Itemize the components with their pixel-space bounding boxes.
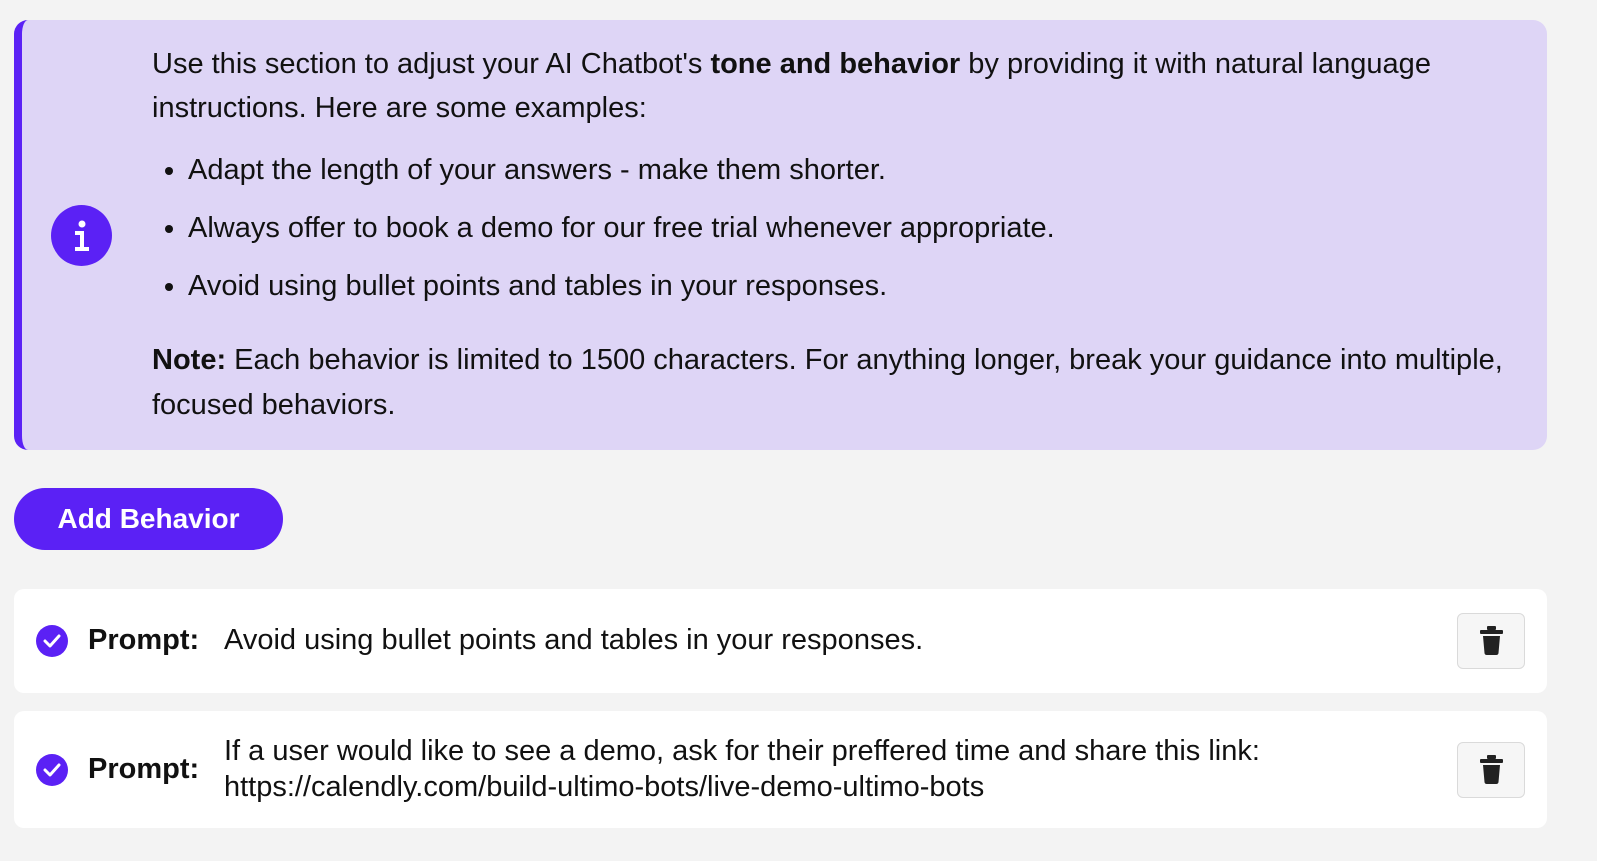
prompt-label: Prompt: bbox=[88, 624, 200, 656]
trash-icon bbox=[1479, 625, 1504, 658]
prompt-link-text: https://calendly.com/build-ultimo-bots/l… bbox=[224, 771, 985, 803]
note-label: Note: bbox=[152, 344, 227, 376]
delete-behavior-button[interactable] bbox=[1457, 613, 1525, 669]
info-icon bbox=[51, 205, 112, 266]
example-item: Always offer to book a demo for our free… bbox=[152, 206, 1532, 264]
examples-list: Adapt the length of your answers - make … bbox=[152, 148, 1532, 322]
check-circle-icon bbox=[36, 625, 68, 657]
prompt-text: If a user would like to see a demo, ask … bbox=[224, 733, 1424, 805]
behavior-card: Prompt: Avoid using bullet points and ta… bbox=[14, 589, 1547, 693]
note-text: Each behavior is limited to 1500 charact… bbox=[152, 344, 1503, 421]
info-intro-emphasis: tone and behavior bbox=[710, 48, 961, 80]
trash-icon bbox=[1479, 754, 1504, 787]
prompt-label: Prompt: bbox=[88, 753, 200, 785]
prompt-text-line: If a user would like to see a demo, ask … bbox=[224, 735, 1260, 767]
info-content: Use this section to adjust your AI Chatb… bbox=[152, 42, 1532, 428]
example-item: Adapt the length of your answers - make … bbox=[152, 148, 1532, 206]
behavior-card: Prompt: If a user would like to see a de… bbox=[14, 711, 1547, 828]
info-intro-before: Use this section to adjust your AI Chatb… bbox=[152, 48, 711, 80]
info-intro: Use this section to adjust your AI Chatb… bbox=[152, 42, 1532, 130]
delete-behavior-button[interactable] bbox=[1457, 742, 1525, 798]
prompt-text: Avoid using bullet points and tables in … bbox=[224, 624, 924, 656]
note: Note: Each behavior is limited to 1500 c… bbox=[152, 338, 1532, 428]
info-callout: Use this section to adjust your AI Chatb… bbox=[14, 20, 1547, 450]
check-circle-icon bbox=[36, 754, 68, 786]
add-behavior-button[interactable]: Add Behavior bbox=[14, 488, 283, 550]
example-item: Avoid using bullet points and tables in … bbox=[152, 264, 1532, 322]
